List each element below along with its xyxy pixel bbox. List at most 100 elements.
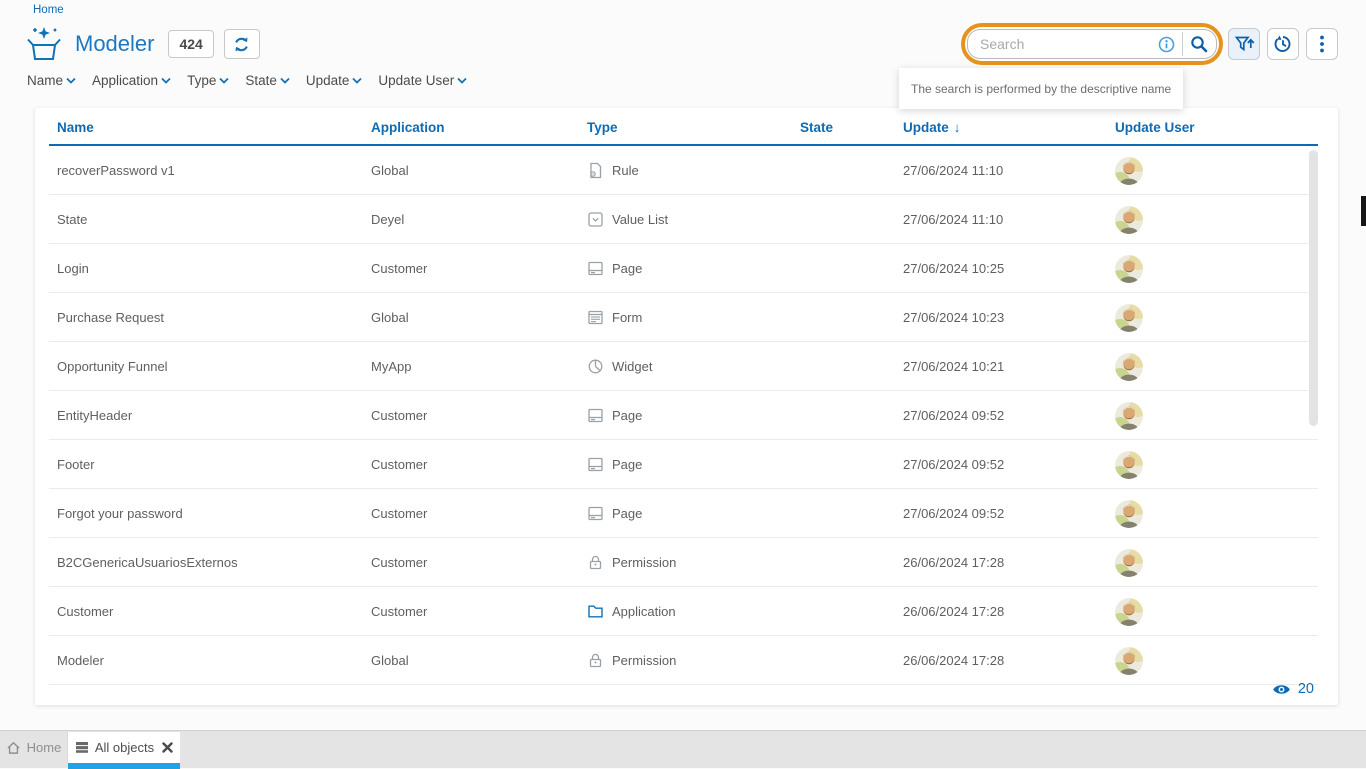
filter-application[interactable]: Application [92, 73, 171, 88]
sort-desc-arrow: ↓ [954, 120, 961, 135]
refresh-button[interactable] [224, 29, 260, 59]
column-header-name[interactable]: Name [57, 120, 371, 135]
eye-icon [1272, 683, 1291, 696]
history-button[interactable] [1267, 28, 1299, 60]
table-row[interactable]: Footer Customer Page 27/06/2024 09:52 [35, 440, 1338, 489]
cell-application: Customer [371, 555, 587, 570]
cell-state [800, 359, 903, 374]
filter-update[interactable]: Update [306, 73, 363, 88]
cell-type: Page [587, 407, 800, 424]
cell-name: Customer [57, 604, 371, 619]
cell-name: EntityHeader [57, 408, 371, 423]
visible-count: 20 [1272, 681, 1314, 697]
user-avatar [1115, 549, 1143, 577]
export-filter-button[interactable] [1228, 28, 1260, 60]
cell-application: Global [371, 653, 587, 668]
kebab-menu-icon [1319, 35, 1325, 53]
cell-state [800, 506, 903, 521]
table-row[interactable]: Purchase Request Global Form 27/06/2024 … [35, 293, 1338, 342]
user-avatar [1115, 402, 1143, 430]
cell-state [800, 653, 903, 668]
user-avatar [1115, 255, 1143, 283]
cell-application: Customer [371, 457, 587, 472]
cell-application: Deyel [371, 212, 587, 227]
column-header-application[interactable]: Application [371, 120, 587, 135]
cell-type: Page [587, 260, 800, 277]
permission-icon [587, 652, 604, 669]
permission-icon [587, 554, 604, 571]
history-icon [1273, 34, 1293, 54]
filter-type[interactable]: Type [187, 73, 229, 88]
cell-type: Value List [587, 211, 800, 228]
cell-type: Permission [587, 554, 800, 571]
search-input[interactable] [980, 36, 1151, 52]
user-avatar [1115, 304, 1143, 332]
table-row[interactable]: Opportunity Funnel MyApp Widget 27/06/20… [35, 342, 1338, 391]
table-row[interactable]: B2CGenericaUsuariosExternos Customer Per… [35, 538, 1338, 587]
page-title: Modeler [75, 31, 154, 57]
cell-update: 27/06/2024 09:52 [903, 506, 1115, 521]
filter-state[interactable]: State [245, 73, 290, 88]
cell-type: Widget [587, 358, 800, 375]
tab-all-objects[interactable]: All objects [68, 732, 180, 763]
table-row[interactable]: Forgot your password Customer Page 27/06… [35, 489, 1338, 538]
value-list-icon [587, 211, 604, 228]
page-icon [587, 260, 604, 277]
info-icon[interactable] [1158, 36, 1175, 53]
cell-name: B2CGenericaUsuariosExternos [57, 555, 371, 570]
app-header: Modeler 424 [25, 25, 260, 63]
column-header-type[interactable]: Type [587, 120, 800, 135]
home-breadcrumb-link[interactable]: Home [33, 4, 64, 16]
column-header-update-user[interactable]: Update User [1115, 120, 1338, 135]
filter-bar: Name Application Type State Update Updat… [27, 73, 467, 88]
cell-type: Rule [587, 162, 800, 179]
table-row[interactable]: Login Customer Page 27/06/2024 10:25 [35, 244, 1338, 293]
cell-update-user [1115, 206, 1338, 234]
cell-state [800, 457, 903, 472]
user-avatar [1115, 598, 1143, 626]
cell-state [800, 555, 903, 570]
active-tab-underline [68, 763, 180, 769]
table-row[interactable]: recoverPassword v1 Global Rule 27/06/202… [35, 146, 1338, 195]
table-row[interactable]: EntityHeader Customer Page 27/06/2024 09… [35, 391, 1338, 440]
cell-update-user [1115, 451, 1338, 479]
cell-update: 27/06/2024 09:52 [903, 457, 1115, 472]
cell-state [800, 163, 903, 178]
cell-update-user [1115, 157, 1338, 185]
chevron-down-icon [352, 77, 362, 84]
cell-application: Customer [371, 604, 587, 619]
table-row[interactable]: Customer Customer Application 26/06/2024… [35, 587, 1338, 636]
column-header-update[interactable]: Update↓ [903, 120, 1115, 135]
table-scrollbar[interactable] [1309, 150, 1318, 426]
tab-home[interactable]: Home [0, 732, 68, 763]
cell-type: Page [587, 505, 800, 522]
cell-update-user [1115, 500, 1338, 528]
search-icon[interactable] [1190, 35, 1208, 53]
cell-application: Customer [371, 408, 587, 423]
cell-update-user [1115, 255, 1338, 283]
cell-type: Application [587, 603, 800, 620]
cell-application: Customer [371, 506, 587, 521]
user-avatar [1115, 157, 1143, 185]
table-row[interactable]: State Deyel Value List 27/06/2024 11:10 [35, 195, 1338, 244]
search-divider [1182, 32, 1183, 56]
form-icon [587, 309, 604, 326]
cell-update: 27/06/2024 10:23 [903, 310, 1115, 325]
cell-application: Global [371, 163, 587, 178]
rule-icon [587, 162, 604, 179]
chevron-down-icon [219, 77, 229, 84]
search-bar[interactable] [967, 29, 1217, 59]
cell-type: Permission [587, 652, 800, 669]
objects-table-card: Name Application Type State Update↓ Upda… [35, 108, 1338, 705]
page-icon [587, 505, 604, 522]
kebab-menu-button[interactable] [1306, 28, 1338, 60]
user-avatar [1115, 451, 1143, 479]
table-row[interactable]: Modeler Global Permission 26/06/2024 17:… [35, 636, 1338, 685]
filter-name[interactable]: Name [27, 73, 76, 88]
column-header-state[interactable]: State [800, 120, 903, 135]
filter-update-user[interactable]: Update User [378, 73, 467, 88]
cell-update: 27/06/2024 10:21 [903, 359, 1115, 374]
close-icon[interactable] [162, 742, 173, 753]
cell-state [800, 261, 903, 276]
cell-type: Page [587, 456, 800, 473]
